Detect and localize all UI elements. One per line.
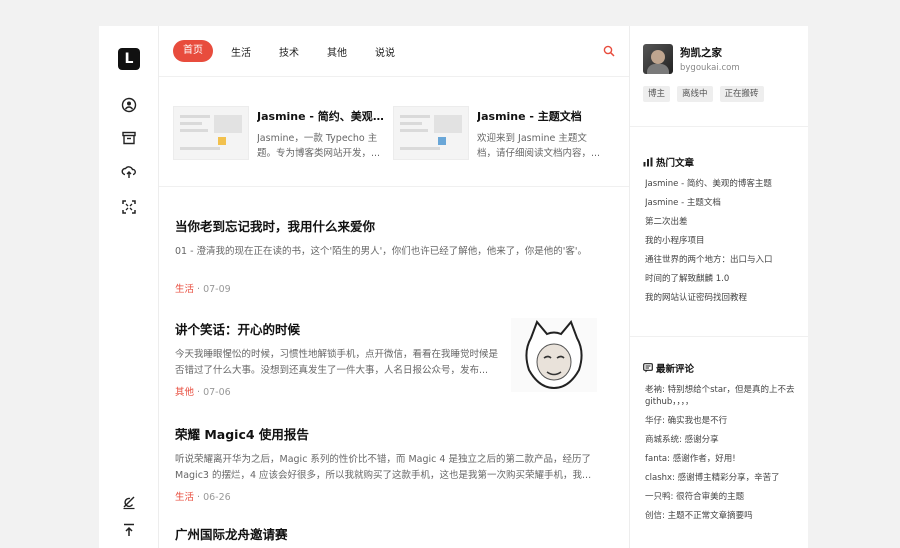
back-to-top-icon[interactable] bbox=[121, 522, 137, 538]
archive-icon[interactable] bbox=[121, 130, 137, 146]
comment-item[interactable]: 商城系统: 感谢分享 bbox=[645, 434, 805, 446]
comment-item[interactable]: 一只鸭: 很符合审美的主题 bbox=[645, 491, 805, 503]
right-sidebar: 狗凯之家 bygoukai.com 博主 离线中 正在搬砖 热门文章 Jasmi… bbox=[629, 26, 808, 548]
post-date: 07-09 bbox=[203, 284, 231, 295]
left-rail: L bbox=[99, 26, 159, 548]
post-item[interactable]: 当你老到忘记我时，我用什么来爱你 01 - 澄清我的现在正在读的书，这个'陌生的… bbox=[175, 216, 605, 295]
comment-item[interactable]: fanta: 感谢作者，好用! bbox=[645, 453, 805, 465]
hot-post-link[interactable]: 我的小程序项目 bbox=[645, 235, 805, 247]
nav-item-home[interactable]: 首页 bbox=[173, 40, 213, 62]
post-excerpt: 今天我睡眼惺忪的时候，习惯性地解锁手机，点开微信，看看在我睡觉时候是否错过了什么… bbox=[175, 349, 499, 376]
main-column: 首页 生活 技术 其他 说说 Jasmine - 简约、美观的... Jasmi… bbox=[159, 26, 629, 548]
fullscreen-icon[interactable] bbox=[121, 199, 137, 215]
post-thumbnail[interactable] bbox=[511, 318, 597, 392]
divider bbox=[159, 186, 629, 187]
site-logo[interactable]: L bbox=[118, 48, 140, 70]
nav-item-life[interactable]: 生活 bbox=[231, 44, 251, 59]
post-date: 06-26 bbox=[203, 492, 231, 503]
comment-item[interactable]: clashx: 感谢博主精彩分享，辛苦了 bbox=[645, 472, 805, 484]
status-tags: 博主 离线中 正在搬砖 bbox=[643, 86, 771, 102]
post-date: 07-06 bbox=[203, 387, 231, 398]
latest-comments-list: 老衲: 特别想给个star，但是真的上不去github，，，， 华仔: 确实我也… bbox=[645, 384, 805, 529]
comment-item[interactable]: 老衲: 特别想给个star，但是真的上不去github，，，， bbox=[645, 384, 805, 408]
hot-post-link[interactable]: 第二次出差 bbox=[645, 216, 805, 228]
post-category[interactable]: 生活 bbox=[175, 492, 194, 503]
hot-post-link[interactable]: 时间的了解致麒麟 1.0 bbox=[645, 273, 805, 285]
site-name[interactable]: 狗凯之家 bbox=[680, 45, 722, 60]
post-category[interactable]: 生活 bbox=[175, 284, 194, 295]
featured-card[interactable]: Jasmine - 主题文档 欢迎来到 Jasmine 主题文档，请仔细阅读文档… bbox=[393, 106, 603, 160]
featured-desc: 欢迎来到 Jasmine 主题文档，请仔细阅读文档内容，... bbox=[477, 133, 601, 159]
comment-item[interactable]: 创信: 主题不正常文章摘要吗 bbox=[645, 510, 805, 522]
search-icon[interactable] bbox=[603, 45, 615, 57]
hot-posts-heading: 热门文章 bbox=[643, 155, 694, 169]
latest-comments-title: 最新评论 bbox=[656, 364, 695, 375]
status-badge: 正在搬砖 bbox=[719, 86, 764, 102]
hot-posts-list: Jasmine - 简约、美观的博客主题 Jasmine - 主题文档 第二次出… bbox=[645, 178, 805, 311]
divider bbox=[630, 336, 808, 337]
status-badge: 离线中 bbox=[677, 86, 713, 102]
page-container: L 首页 生活 技术 其他 说说 Jasmine - 简约、美观的... Jas… bbox=[99, 26, 808, 548]
post-category[interactable]: 其他 bbox=[175, 387, 194, 398]
latest-comments-heading: 最新评论 bbox=[643, 361, 694, 375]
post-meta: 生活 · 06-26 bbox=[175, 492, 231, 503]
nav-item-tech[interactable]: 技术 bbox=[279, 44, 299, 59]
cloud-upload-icon[interactable] bbox=[121, 164, 137, 180]
hot-post-link[interactable]: Jasmine - 主题文档 bbox=[645, 197, 805, 209]
featured-thumbnail bbox=[393, 106, 469, 160]
featured-title[interactable]: Jasmine - 简约、美观的... bbox=[257, 108, 385, 124]
top-nav: 首页 生活 技术 其他 说说 bbox=[173, 40, 423, 62]
divider bbox=[630, 126, 808, 127]
hot-post-link[interactable]: 我的网站认证密码找回教程 bbox=[645, 292, 805, 304]
nav-item-talk[interactable]: 说说 bbox=[375, 44, 395, 59]
featured-card[interactable]: Jasmine - 简约、美观的... Jasmine，一款 Typecho 主… bbox=[173, 106, 385, 160]
featured-thumbnail bbox=[173, 106, 249, 160]
divider bbox=[159, 76, 629, 77]
post-item[interactable]: 荣耀 Magic4 使用报告 听说荣耀离开华为之后，Magic 系列的性价比不错… bbox=[175, 424, 605, 503]
theme-toggle-icon[interactable] bbox=[121, 494, 137, 510]
post-item[interactable]: 广州国际龙舟邀请赛 bbox=[175, 524, 605, 543]
post-meta: 生活 · 07-09 bbox=[175, 284, 231, 295]
post-excerpt: 听说荣耀离开华为之后，Magic 系列的性价比不错，而 Magic 4 是独立之… bbox=[175, 454, 592, 481]
post-title[interactable]: 讲个笑话：开心的时候 bbox=[175, 319, 505, 338]
comment-icon bbox=[643, 363, 653, 373]
comment-item[interactable]: 华仔: 确实我也是不行 bbox=[645, 415, 805, 427]
featured-title[interactable]: Jasmine - 主题文档 bbox=[477, 108, 605, 124]
post-title[interactable]: 广州国际龙舟邀请赛 bbox=[175, 524, 605, 543]
nav-item-other[interactable]: 其他 bbox=[327, 44, 347, 59]
bar-chart-icon bbox=[643, 157, 653, 167]
hot-post-link[interactable]: Jasmine - 简约、美观的博客主题 bbox=[645, 178, 805, 190]
avatar[interactable] bbox=[643, 44, 673, 74]
post-title[interactable]: 当你老到忘记我时，我用什么来爱你 bbox=[175, 216, 605, 235]
post-title[interactable]: 荣耀 Magic4 使用报告 bbox=[175, 424, 605, 443]
site-url[interactable]: bygoukai.com bbox=[680, 63, 740, 73]
post-excerpt: 01 - 澄清我的现在正在读的书，这个'陌生的男人'，你们也许已经了解他，他来了… bbox=[175, 246, 588, 257]
user-circle-icon[interactable] bbox=[121, 97, 137, 113]
status-badge: 博主 bbox=[643, 86, 671, 102]
hot-posts-title: 热门文章 bbox=[656, 158, 695, 169]
hot-post-link[interactable]: 通往世界的两个地方：出口与入口 bbox=[645, 254, 805, 266]
featured-desc: Jasmine，一款 Typecho 主题。专为博客类网站开发，... bbox=[257, 133, 381, 159]
